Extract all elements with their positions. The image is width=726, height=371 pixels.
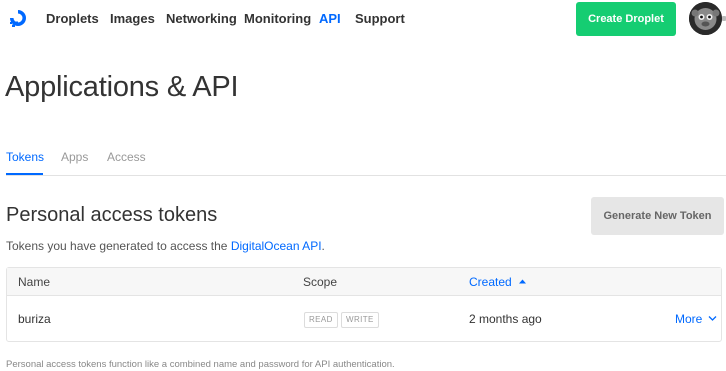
column-header-name: Name [18, 275, 51, 289]
sort-up-icon [519, 279, 527, 284]
tabs-divider [6, 175, 726, 176]
user-avatar-icon [689, 2, 722, 35]
nav-monitoring[interactable]: Monitoring [244, 11, 311, 26]
chevron-down-icon [708, 316, 717, 321]
scope-badge-read: READ [304, 312, 338, 328]
table-header: Name Scope Created [7, 268, 721, 296]
token-created: 2 months ago [469, 312, 542, 326]
section-description: Tokens you have generated to access the … [6, 239, 325, 253]
section-title: Personal access tokens [6, 204, 218, 226]
more-button[interactable]: More [675, 312, 717, 326]
page-title: Applications & API [5, 71, 239, 103]
digitalocean-api-link[interactable]: DigitalOcean API [231, 239, 322, 253]
column-header-created-label: Created [469, 275, 512, 289]
footnote: Personal access tokens function like a c… [6, 359, 395, 370]
nav-support[interactable]: Support [355, 11, 405, 26]
nav-droplets[interactable]: Droplets [46, 11, 99, 26]
nav-images[interactable]: Images [110, 11, 155, 26]
nav-api[interactable]: API [319, 11, 341, 26]
digitalocean-logo-icon[interactable] [7, 7, 29, 29]
column-header-scope: Scope [303, 275, 338, 289]
token-name: buriza [18, 312, 51, 326]
avatar-caret-icon[interactable] [722, 16, 726, 21]
tabs: Tokens Apps Access [0, 147, 726, 177]
tab-apps[interactable]: Apps [61, 150, 88, 164]
column-header-created[interactable]: Created [469, 275, 527, 289]
nav-networking[interactable]: Networking [166, 11, 237, 26]
tab-access[interactable]: Access [107, 150, 146, 164]
page: Droplets Images Networking Monitoring AP… [0, 0, 726, 371]
more-label: More [675, 312, 703, 326]
generate-new-token-button[interactable]: Generate New Token [591, 197, 724, 235]
table-row: buriza READ WRITE 2 months ago More [7, 296, 721, 342]
scope-badge-write: WRITE [341, 312, 379, 328]
top-nav: Droplets Images Networking Monitoring AP… [0, 0, 726, 40]
avatar[interactable] [689, 2, 722, 35]
description-text: Tokens you have generated to access the [6, 239, 231, 253]
tokens-table: Name Scope Created buriza READ WRITE 2 m… [6, 267, 722, 342]
tab-tokens[interactable]: Tokens [6, 150, 44, 164]
description-suffix: . [321, 239, 325, 253]
create-droplet-button[interactable]: Create Droplet [576, 2, 676, 36]
